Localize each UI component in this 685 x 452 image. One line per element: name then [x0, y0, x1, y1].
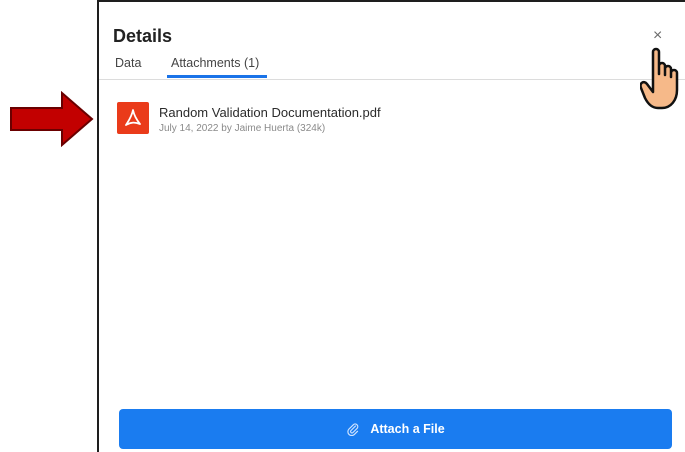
pdf-icon	[117, 102, 149, 134]
annotation-arrow-icon	[10, 91, 94, 147]
tab-attachments[interactable]: Attachments (1)	[169, 54, 261, 76]
close-button[interactable]: ×	[653, 26, 662, 46]
attach-file-button[interactable]: Attach a File	[119, 409, 672, 449]
tabs-divider	[99, 79, 685, 80]
active-tab-indicator	[167, 75, 267, 78]
attachment-file-name[interactable]: Random Validation Documentation.pdf	[159, 105, 381, 120]
hand-cursor-icon	[640, 47, 679, 110]
attachment-meta: July 14, 2022 by Jaime Huerta (324k)	[159, 123, 326, 134]
details-panel: Details × Data Attachments (1) Random Va…	[97, 0, 685, 452]
paperclip-icon	[347, 423, 359, 436]
tab-data[interactable]: Data	[115, 54, 141, 76]
attachment-item[interactable]: Random Validation Documentation.pdf July…	[117, 102, 517, 142]
panel-title: Details	[113, 26, 173, 46]
attach-file-label: Attach a File	[370, 422, 445, 436]
